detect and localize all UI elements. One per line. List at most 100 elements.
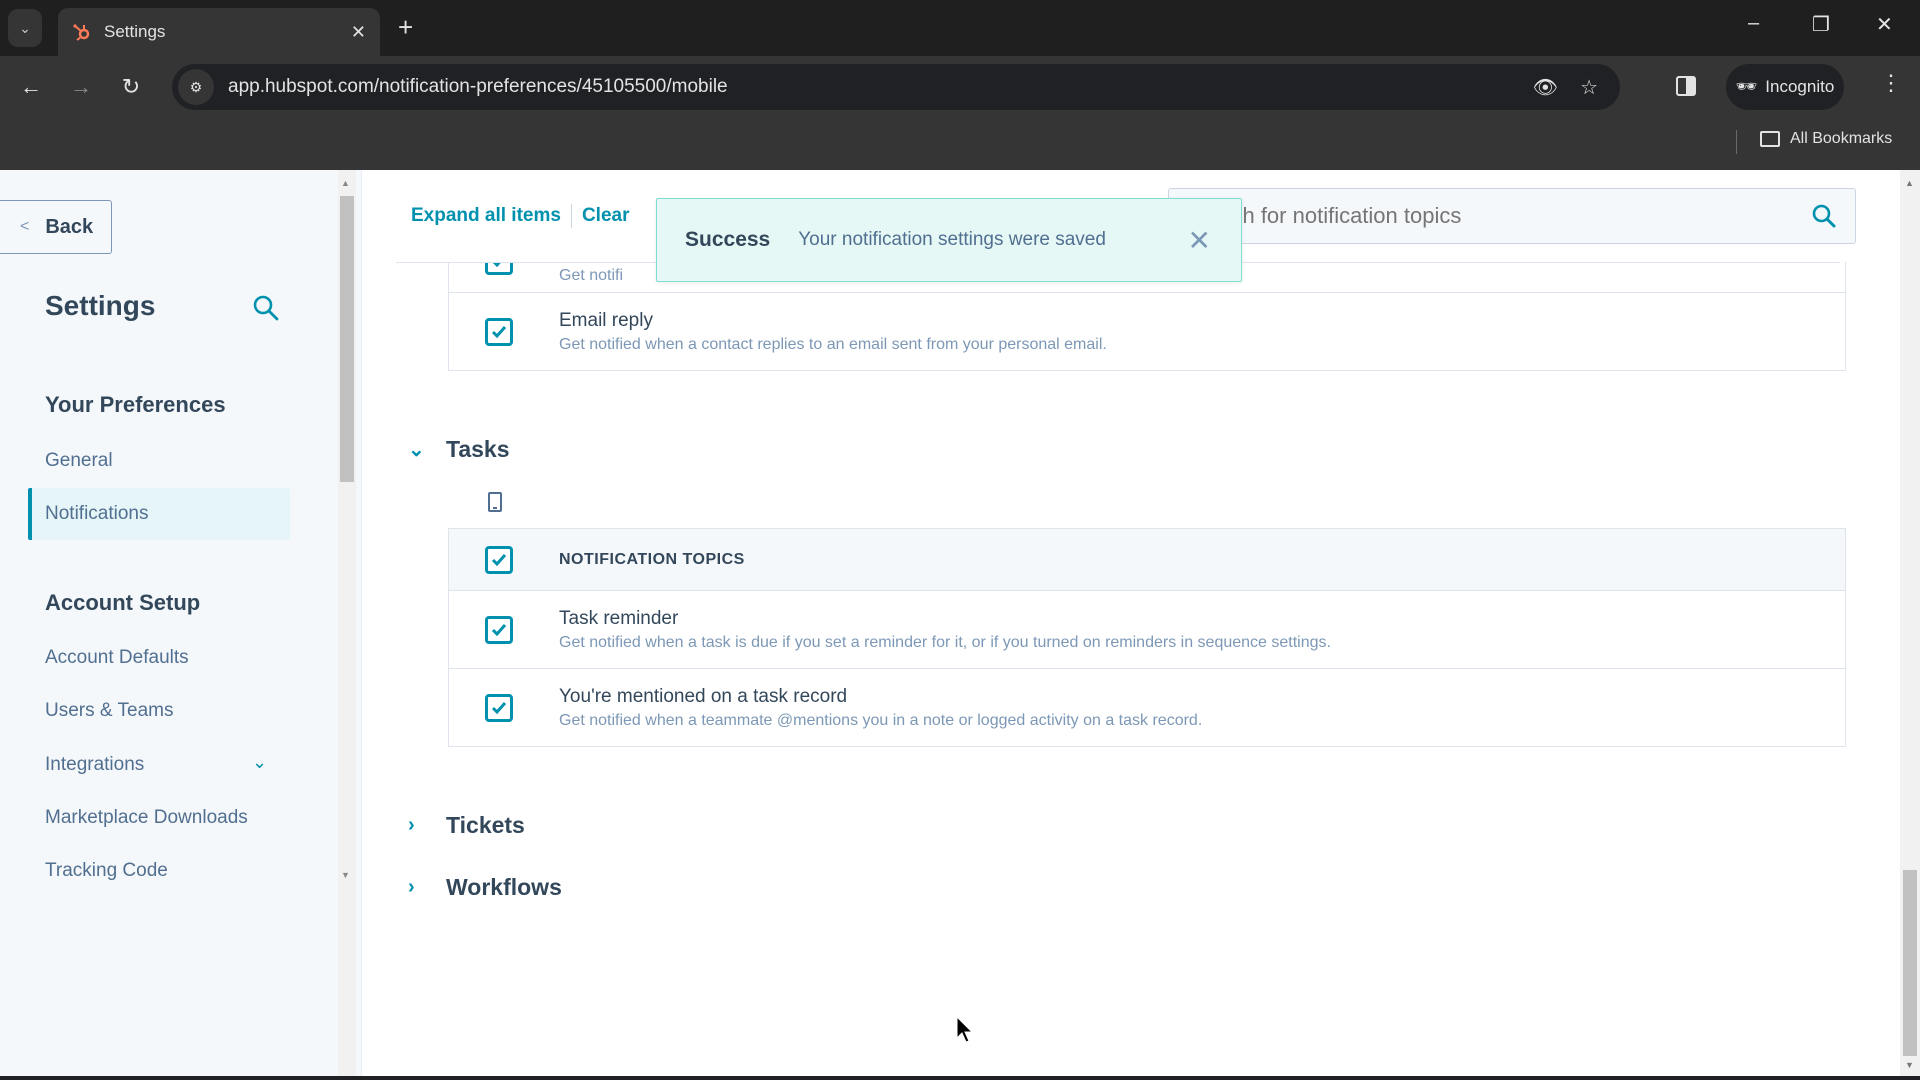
bookmarks-divider xyxy=(1736,130,1737,154)
star-icon[interactable]: ☆ xyxy=(1580,75,1598,100)
topic-description: Get notified when a contact replies to a… xyxy=(559,335,1107,353)
checkmark-icon xyxy=(491,701,507,714)
topic-checkbox[interactable] xyxy=(485,615,513,644)
hubspot-logo-icon xyxy=(73,24,90,41)
minimize-icon[interactable]: – xyxy=(1748,12,1759,35)
sidebar-item-account-defaults[interactable]: Account Defaults xyxy=(45,647,189,669)
group-workflows-header[interactable]: › Workflows xyxy=(408,874,562,901)
main-scrollbar-thumb[interactable] xyxy=(1903,870,1917,1056)
divider xyxy=(570,204,572,228)
address-bar[interactable]: ⚙ app.hubspot.com/notification-preferenc… xyxy=(172,64,1620,110)
tab-title: Settings xyxy=(104,22,166,41)
topic-search-field[interactable] xyxy=(1168,188,1856,244)
search-icon[interactable] xyxy=(1811,203,1837,229)
checkmark-icon xyxy=(491,553,507,566)
close-window-icon[interactable]: ✕ xyxy=(1876,12,1893,37)
incognito-icon: 🕶 xyxy=(1735,77,1758,96)
folder-icon xyxy=(1760,131,1780,147)
table-row: Email reply Get notified when a contact … xyxy=(449,292,1845,370)
topic-label: Email reply xyxy=(559,309,653,331)
all-bookmarks-label: All Bookmarks xyxy=(1790,130,1893,147)
incognito-label: Incognito xyxy=(1765,77,1835,96)
group-tickets-header[interactable]: › Tickets xyxy=(408,812,525,839)
clear-link[interactable]: Clear xyxy=(582,205,630,227)
group-title: Workflows xyxy=(446,874,562,900)
scroll-up-arrow-icon[interactable]: ▲ xyxy=(1905,178,1914,188)
back-label: Back xyxy=(45,215,94,238)
topic-search-input[interactable] xyxy=(1185,203,1811,229)
section-your-preferences: Your Preferences xyxy=(45,392,226,417)
group-title: Tasks xyxy=(446,436,510,462)
sidebar-item-notifications[interactable]: Notifications xyxy=(45,503,149,525)
back-button[interactable]: < Back xyxy=(0,200,112,254)
group-title: Tickets xyxy=(446,812,525,838)
scroll-up-arrow-icon[interactable]: ▲ xyxy=(341,178,350,188)
eye-off-icon[interactable]: 👁 xyxy=(1533,75,1558,100)
more-menu-icon[interactable]: ⋮ xyxy=(1880,70,1902,96)
chevron-down-icon: ⌄ xyxy=(408,439,425,461)
mobile-phone-icon xyxy=(488,492,502,512)
incognito-badge[interactable]: 🕶 Incognito xyxy=(1726,64,1844,110)
chevron-right-icon: › xyxy=(408,814,415,836)
chevron-down-icon: ⌄ xyxy=(19,19,31,36)
scroll-down-arrow-icon[interactable]: ▼ xyxy=(1905,1060,1914,1070)
toast-title: Success xyxy=(685,228,771,251)
browser-tab-settings[interactable]: Settings ✕ xyxy=(58,8,380,56)
page: < Back Settings Your Preferences General… xyxy=(0,170,1920,1078)
close-tab-icon[interactable]: ✕ xyxy=(351,22,366,43)
sidebar-scrollbar[interactable]: ▲ ▼ xyxy=(338,170,356,1078)
table-row: Task reminder Get notified when a task i… xyxy=(449,590,1845,668)
back-arrow-icon[interactable]: ← xyxy=(14,70,48,104)
section-account-setup: Account Setup xyxy=(45,590,201,615)
notification-preferences-main: Get notifi Email reply Get notified when… xyxy=(396,170,1890,1078)
site-info-icon[interactable]: ⚙ xyxy=(178,69,214,105)
scroll-down-arrow-icon[interactable]: ▼ xyxy=(341,870,350,880)
topic-description: Get notified when a teammate @mentions y… xyxy=(559,711,1203,729)
select-all-checkbox[interactable] xyxy=(485,545,513,574)
search-icon[interactable] xyxy=(252,294,280,322)
toast-message: Your notification settings were saved xyxy=(798,229,1106,250)
expand-all-link[interactable]: Expand all items xyxy=(411,205,561,227)
browser-toolbar: ← → ↻ ⚙ app.hubspot.com/notification-pre… xyxy=(0,56,1920,118)
success-toast: Success Your notification settings were … xyxy=(656,198,1242,282)
chevron-right-icon: › xyxy=(408,876,415,898)
top-links: Expand all items Clear xyxy=(411,204,629,228)
sidebar-item-marketplace-downloads[interactable]: Marketplace Downloads xyxy=(45,807,248,829)
topic-label: Task reminder xyxy=(559,607,679,629)
sidebar-item-general[interactable]: General xyxy=(45,450,113,472)
settings-sidebar: < Back Settings Your Preferences General… xyxy=(0,170,362,1078)
mouse-cursor-icon xyxy=(956,1016,974,1043)
checkmark-icon xyxy=(491,325,507,338)
forward-arrow-icon[interactable]: → xyxy=(64,70,98,104)
sidebar-scrollbar-thumb[interactable] xyxy=(340,196,354,482)
new-tab-button[interactable]: + xyxy=(398,12,413,42)
bottom-edge xyxy=(0,1076,1920,1080)
table-header-row: NOTIFICATION TOPICS xyxy=(449,528,1845,590)
topic-checkbox[interactable] xyxy=(485,693,513,722)
topic-checkbox[interactable] xyxy=(485,317,513,346)
close-icon[interactable]: ✕ xyxy=(1188,224,1211,257)
chevron-left-icon: < xyxy=(20,218,30,235)
topic-label: You're mentioned on a task record xyxy=(559,685,848,707)
sidebar-item-integrations[interactable]: Integrations xyxy=(45,754,144,776)
reload-icon[interactable]: ↻ xyxy=(114,70,148,104)
tasks-topics-table: NOTIFICATION TOPICS Task reminder Get no… xyxy=(448,528,1846,747)
topic-description: Get notified when a task is due if you s… xyxy=(559,633,1331,651)
all-bookmarks-button[interactable]: All Bookmarks xyxy=(1760,130,1892,148)
sidebar-item-users-teams[interactable]: Users & Teams xyxy=(45,700,173,722)
side-panel-icon[interactable] xyxy=(1676,76,1696,96)
main-scrollbar[interactable]: ▲ ▼ xyxy=(1900,170,1920,1078)
sidebar-title: Settings xyxy=(45,290,156,321)
checkmark-icon xyxy=(491,623,507,636)
topic-description: Get notifi xyxy=(559,267,624,284)
browser-tab-bar: ⌄ Settings ✕ + – ❐ ✕ xyxy=(0,0,1920,56)
group-tasks-header[interactable]: ⌄ Tasks xyxy=(408,436,510,463)
restore-icon[interactable]: ❐ xyxy=(1812,12,1830,37)
sidebar-item-tracking-code[interactable]: Tracking Code xyxy=(45,860,168,882)
table-row: You're mentioned on a task record Get no… xyxy=(449,668,1845,746)
chevron-down-icon[interactable]: ⌄ xyxy=(252,752,267,773)
bookmarks-bar: All Bookmarks xyxy=(0,118,1920,170)
column-header: NOTIFICATION TOPICS xyxy=(559,550,745,568)
url-text[interactable]: app.hubspot.com/notification-preferences… xyxy=(228,76,1533,98)
tab-search-button[interactable]: ⌄ xyxy=(8,9,42,47)
